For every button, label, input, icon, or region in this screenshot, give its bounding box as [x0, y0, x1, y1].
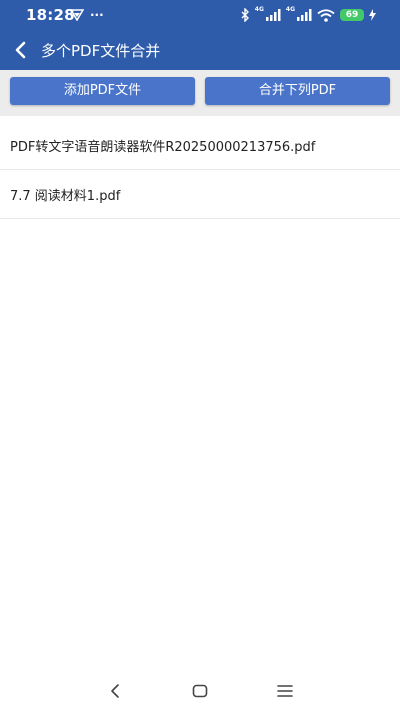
nav-menu-icon [277, 685, 293, 697]
nav-home-icon [192, 684, 208, 698]
charging-icon [369, 9, 376, 21]
net-type-label: 4G [285, 6, 295, 13]
nav-menu-button[interactable] [273, 679, 297, 703]
signal-icon [265, 9, 281, 21]
file-list: PDF转文字语音朗读器软件R20250000213756.pdf 7.7 阅读材… [0, 121, 400, 219]
signal-icon [297, 9, 312, 21]
vpn-icon [70, 9, 84, 21]
more-notifications-icon: ··· [90, 8, 104, 22]
action-toolbar: 添加PDF文件 合并下列PDF [0, 70, 400, 116]
file-list-item[interactable]: 7.7 阅读材料1.pdf [0, 170, 400, 219]
nav-back-icon [111, 684, 119, 698]
battery-indicator: 69 [340, 9, 364, 21]
merge-pdf-button[interactable]: 合并下列PDF [205, 77, 390, 105]
status-bar: 18:28 ··· 4G 4G 69 [0, 0, 400, 30]
bluetooth-icon [241, 8, 249, 22]
page-title: 多个PDF文件合并 [41, 42, 161, 60]
status-time: 18:28 [26, 6, 75, 24]
file-list-item[interactable]: PDF转文字语音朗读器软件R20250000213756.pdf [0, 121, 400, 170]
title-bar: 多个PDF文件合并 [0, 30, 400, 70]
arrow-left-icon [15, 41, 26, 59]
system-nav-bar [0, 671, 400, 711]
nav-home-button[interactable] [188, 679, 212, 703]
add-pdf-button[interactable]: 添加PDF文件 [10, 77, 195, 105]
app-header: 18:28 ··· 4G 4G 69 多个PDF文件合并 [0, 0, 400, 70]
nav-back-button[interactable] [103, 679, 127, 703]
back-button[interactable] [10, 38, 34, 62]
net-type-label: 4G [254, 6, 264, 13]
wifi-icon [317, 8, 335, 22]
